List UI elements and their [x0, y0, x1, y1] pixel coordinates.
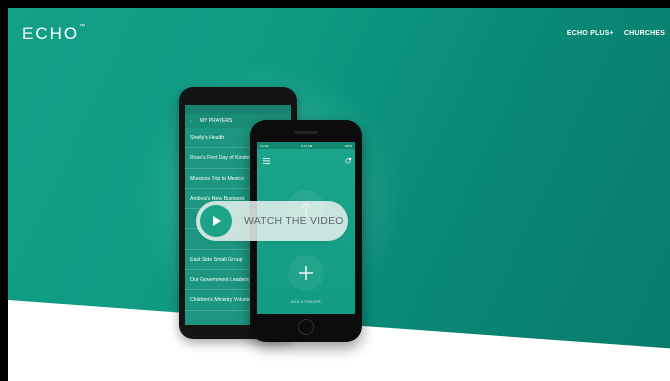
status-time: 9:41 AM [301, 143, 313, 148]
logo-trademark: ™ [79, 24, 86, 30]
iphone-speaker [294, 131, 318, 134]
nav-churches[interactable]: CHURCHES [624, 30, 665, 37]
watch-video-button[interactable]: WATCH THE VIDEO [196, 201, 348, 241]
battery-text: 100% [344, 143, 352, 148]
play-triangle-icon [213, 216, 221, 226]
back-arrow-icon[interactable]: ← [189, 118, 194, 124]
android-status-bar [185, 105, 291, 114]
menu-icon[interactable] [263, 158, 270, 164]
echo-logo[interactable]: ECHO™ [22, 24, 85, 44]
logo-text: ECHO [22, 24, 80, 43]
hero-section: ECHO™ ECHO PLUS+ CHURCHES S ← MY PRAYERS… [8, 8, 670, 381]
add-prayer-plus-icon[interactable] [288, 255, 324, 291]
browser-viewport: ECHO™ ECHO PLUS+ CHURCHES S ← MY PRAYERS… [0, 0, 670, 381]
prayers-icon[interactable] [345, 157, 352, 164]
watch-video-label: WATCH THE VIDEO [244, 215, 344, 227]
carrier-text: Carrier [260, 143, 270, 148]
iphone-home-button [298, 319, 314, 335]
top-nav: ECHO PLUS+ CHURCHES S [567, 30, 670, 37]
add-prayer-label: ADD A PRAYER [291, 300, 321, 304]
nav-echo-plus[interactable]: ECHO PLUS+ [567, 30, 614, 37]
iphone-status-bar: Carrier 9:41 AM 100% [257, 142, 355, 149]
play-button-icon[interactable] [200, 205, 232, 237]
android-app-title: MY PRAYERS [200, 118, 233, 124]
